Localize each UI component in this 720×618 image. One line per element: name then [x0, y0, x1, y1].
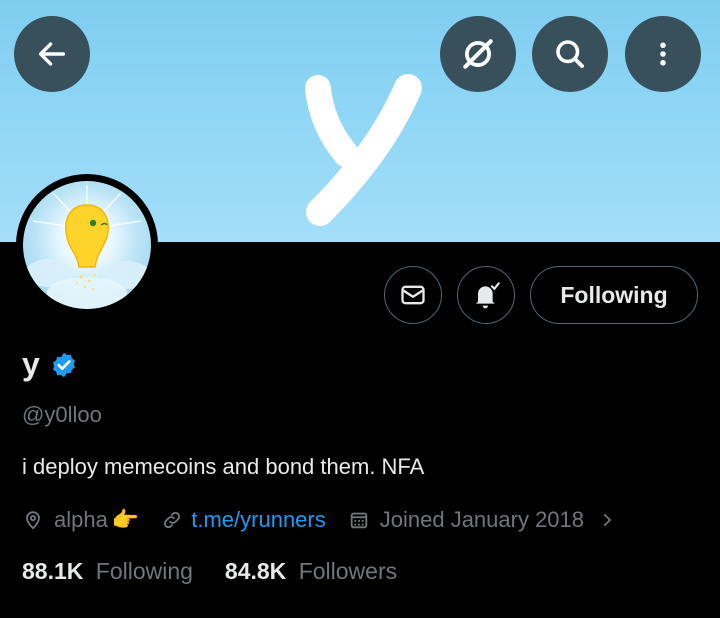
profile-stats: 88.1K Following 84.8K Followers — [22, 558, 397, 585]
profile-meta: alpha 👉 t.me/yrunners Joined January 201… — [22, 506, 616, 534]
followers-stat[interactable]: 84.8K Followers — [225, 558, 397, 585]
grok-icon — [463, 39, 493, 69]
pointing-hand-emoji: 👉 — [111, 507, 140, 532]
profile-name: y — [22, 346, 40, 382]
profile-link[interactable]: t.me/yrunners — [161, 507, 326, 533]
profile-bio: i deploy memecoins and bond them. NFA — [22, 454, 425, 479]
profile-link-text[interactable]: t.me/yrunners — [191, 507, 326, 533]
following-stat[interactable]: 88.1K Following — [22, 558, 193, 585]
following-button[interactable]: Following — [530, 266, 698, 324]
avatar[interactable] — [16, 174, 158, 316]
joined-text: Joined January 2018 — [379, 507, 585, 532]
following-button-label: Following — [560, 281, 668, 308]
followers-count: 84.8K — [224, 558, 287, 584]
link-icon — [164, 511, 181, 529]
profile-handle: @y0lloo — [22, 402, 102, 427]
profile-name-row: y — [22, 346, 78, 383]
calendar-icon — [350, 512, 367, 529]
message-button[interactable] — [384, 266, 442, 324]
verified-badge-icon[interactable] — [50, 351, 78, 379]
following-count: 88.1K — [22, 558, 84, 584]
more-button[interactable] — [625, 16, 701, 92]
location-text: alpha — [54, 507, 108, 532]
search-button[interactable] — [532, 16, 608, 92]
back-button[interactable] — [14, 16, 90, 92]
grok-button[interactable] — [440, 16, 516, 92]
followers-stat-label: Followers — [298, 558, 398, 584]
avatar-image — [23, 181, 151, 309]
following-stat-label: Following — [95, 558, 193, 584]
joined-date[interactable]: Joined January 2018 — [348, 507, 616, 533]
bell-check-icon — [476, 282, 500, 309]
envelope-icon — [401, 285, 425, 305]
location: alpha 👉 — [22, 507, 139, 533]
chevron-right-icon[interactable] — [598, 511, 616, 529]
search-icon — [556, 40, 584, 68]
notifications-button[interactable] — [457, 266, 515, 324]
more-vertical-icon — [660, 42, 666, 66]
avatar-illustration — [25, 185, 151, 309]
arrow-left-icon — [38, 42, 66, 66]
banner-y-glyph — [305, 74, 422, 226]
location-pin-icon — [26, 511, 40, 530]
